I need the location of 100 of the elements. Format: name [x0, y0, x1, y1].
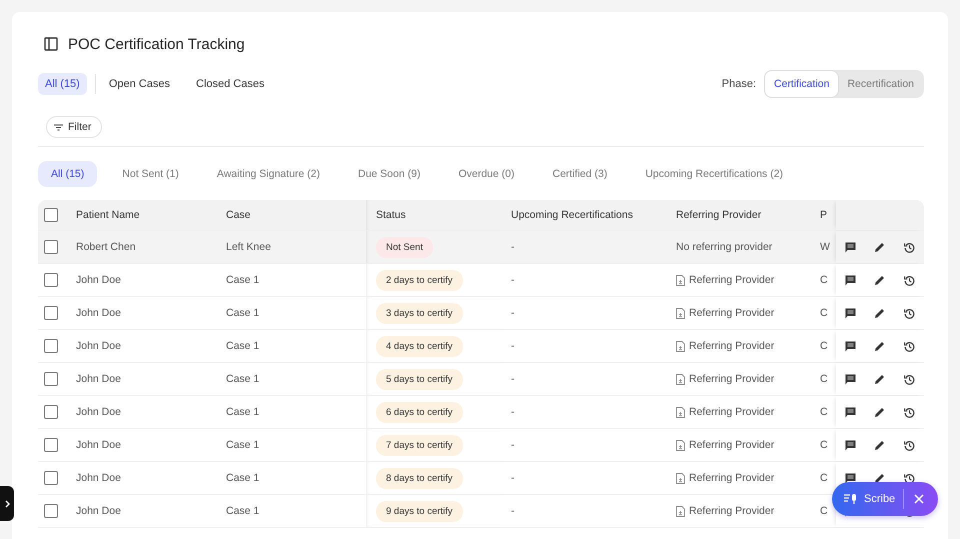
- comment-icon: [845, 242, 856, 252]
- referring-provider[interactable]: Referring Provider: [689, 472, 774, 484]
- table-cell: -: [511, 505, 514, 517]
- patient-name: John Doe: [76, 406, 121, 418]
- table-row[interactable]: John Doe Case 1 8 days to certify - Referring Provider C: [38, 462, 924, 495]
- history-icon: [904, 406, 915, 418]
- status-tab[interactable]: Upcoming Recertifications (2): [632, 161, 796, 187]
- sidebar-panel-icon: [44, 37, 58, 51]
- comment-button[interactable]: [843, 372, 858, 386]
- status-badge: 3 days to certify: [376, 302, 463, 324]
- status-badge: 7 days to certify: [376, 434, 463, 456]
- close-icon: [914, 494, 924, 504]
- comment-button[interactable]: [843, 338, 858, 354]
- history-icon: [904, 308, 915, 318]
- checkbox[interactable]: [44, 306, 58, 320]
- scribe-button[interactable]: Scribe: [832, 489, 904, 509]
- checkbox[interactable]: [44, 208, 58, 222]
- case-name: Case 1: [226, 373, 260, 385]
- table-cell: C: [820, 406, 828, 418]
- column-header: Case: [226, 209, 251, 221]
- comment-icon: [845, 406, 856, 418]
- table-cell: -: [511, 274, 514, 286]
- comment-button[interactable]: [843, 404, 858, 420]
- comment-icon: [845, 440, 856, 450]
- comment-icon: [845, 274, 856, 286]
- status-badge: 2 days to certify: [376, 270, 463, 290]
- page-title: POC Certification Tracking: [68, 36, 245, 52]
- case-tab[interactable]: Closed Cases: [189, 73, 272, 95]
- case-name: Case 1: [226, 505, 260, 517]
- status-badge: Not Sent: [376, 236, 433, 258]
- phase-label: Phase:: [722, 78, 756, 90]
- table-cell: C: [820, 274, 828, 286]
- case-tab[interactable]: Open Cases: [102, 73, 177, 95]
- column-header: Upcoming Recertifications: [511, 209, 633, 221]
- checkbox[interactable]: [44, 339, 58, 353]
- filter-button[interactable]: Filter: [46, 116, 102, 138]
- comment-button[interactable]: [843, 306, 858, 320]
- case-name: Case 1: [226, 274, 260, 286]
- pencil-icon: [874, 374, 886, 384]
- referring-provider[interactable]: Referring Provider: [689, 505, 774, 517]
- comment-button[interactable]: [843, 240, 858, 254]
- comment-button[interactable]: [843, 438, 858, 452]
- checkbox[interactable]: [44, 372, 58, 386]
- case-name: Case 1: [226, 340, 260, 352]
- table-cell: -: [511, 472, 514, 484]
- status-badge: 8 days to certify: [376, 468, 463, 488]
- history-icon: [904, 242, 915, 252]
- checkbox[interactable]: [44, 405, 58, 419]
- case-name: Case 1: [226, 307, 260, 319]
- referring-provider[interactable]: Referring Provider: [689, 307, 774, 319]
- checkbox[interactable]: [44, 438, 58, 452]
- patient-name: John Doe: [76, 307, 121, 319]
- checkbox[interactable]: [44, 240, 58, 254]
- pencil-icon: [874, 242, 886, 252]
- case-name: Case 1: [226, 439, 260, 451]
- history-icon: [904, 340, 915, 352]
- phase-option[interactable]: Recertification: [838, 71, 923, 97]
- status-tab[interactable]: Not Sent (1): [109, 161, 192, 187]
- checkbox[interactable]: [44, 504, 58, 518]
- patient-name: John Doe: [76, 439, 121, 451]
- table-cell: C: [820, 373, 828, 385]
- history-icon: [904, 440, 915, 450]
- status-badge: 6 days to certify: [376, 402, 463, 422]
- status-tab[interactable]: Overdue (0): [445, 161, 528, 187]
- table-row[interactable]: Robert Chen Left Knee Not Sent - No referring provider W: [38, 231, 924, 264]
- checkbox[interactable]: [44, 471, 58, 485]
- status-tab[interactable]: Certified (3): [539, 161, 620, 187]
- checkbox[interactable]: [44, 273, 58, 287]
- phase-option[interactable]: Certification: [765, 71, 838, 97]
- pencil-icon: [874, 340, 886, 352]
- column-header: Status: [376, 209, 406, 221]
- sidebar-expand-button[interactable]: [0, 486, 14, 521]
- table-row[interactable]: John Doe Case 1 6 days to certify - Referring Provider C: [38, 396, 924, 429]
- table-cell: C: [820, 439, 828, 451]
- table-row[interactable]: John Doe Case 1 5 days to certify - Referring Provider C: [38, 363, 924, 396]
- status-tab[interactable]: All (15): [38, 161, 98, 187]
- table-row[interactable]: John Doe Case 1 2 days to certify - Referring Provider C: [38, 264, 924, 297]
- comment-button[interactable]: [843, 272, 858, 288]
- column-header: P: [820, 209, 828, 221]
- comment-icon: [845, 374, 856, 384]
- referring-provider[interactable]: Referring Provider: [689, 373, 774, 385]
- column-header: Patient Name: [76, 209, 140, 221]
- referring-provider[interactable]: Referring Provider: [689, 340, 774, 352]
- table-cell: C: [820, 505, 828, 517]
- patient-name: Robert Chen: [76, 241, 136, 253]
- referring-provider[interactable]: Referring Provider: [689, 406, 774, 418]
- pencil-icon: [874, 406, 886, 418]
- table-row[interactable]: John Doe Case 1 3 days to certify - Referring Provider C: [38, 297, 924, 330]
- pencil-icon: [874, 440, 886, 450]
- status-tab[interactable]: Due Soon (9): [345, 161, 434, 187]
- referring-provider[interactable]: Referring Provider: [689, 274, 774, 286]
- microphone-icon: [844, 493, 858, 505]
- status-badge: 5 days to certify: [376, 368, 463, 390]
- case-name: Case 1: [226, 472, 260, 484]
- table-row[interactable]: John Doe Case 1 7 days to certify - Referring Provider C: [38, 429, 924, 462]
- case-tab[interactable]: All (15): [38, 73, 87, 95]
- status-tab[interactable]: Awaiting Signature (2): [204, 161, 333, 187]
- referring-provider[interactable]: Referring Provider: [689, 439, 774, 451]
- table-row[interactable]: John Doe Case 1 4 days to certify - Referring Provider C: [38, 330, 924, 363]
- comment-icon: [845, 472, 856, 484]
